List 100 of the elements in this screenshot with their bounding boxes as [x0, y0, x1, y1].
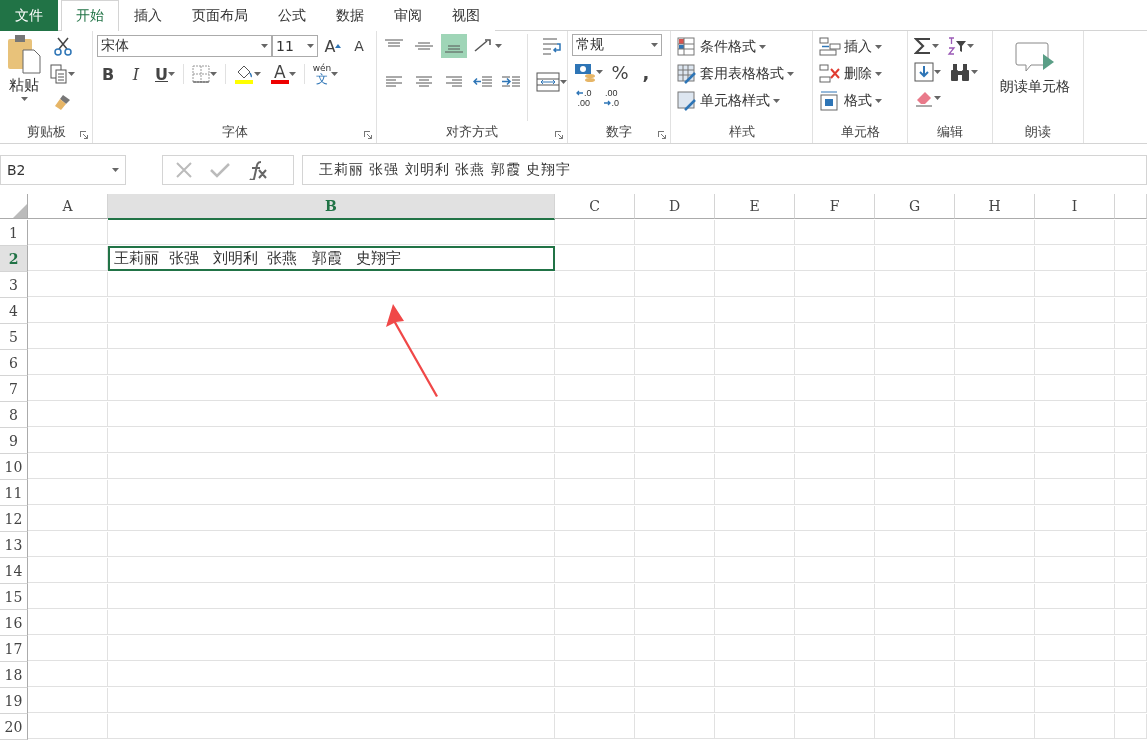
launcher-icon[interactable] [658, 131, 666, 139]
font-size-field[interactable]: 11 [272, 35, 318, 57]
sort-filter-button[interactable] [945, 34, 976, 58]
column-header[interactable]: G [875, 194, 955, 219]
grow-font-button[interactable]: A [322, 34, 344, 58]
caret-icon [495, 44, 502, 48]
launcher-icon[interactable] [555, 131, 563, 139]
row-header[interactable]: 18 [0, 662, 28, 688]
row-header[interactable]: 10 [0, 454, 28, 480]
delete-button[interactable]: 删除 [817, 61, 884, 87]
caret-icon [971, 70, 978, 74]
row-header[interactable]: 4 [0, 298, 28, 324]
table-cell [1115, 402, 1147, 427]
read-cells-button[interactable]: 朗读单元格 [997, 34, 1073, 121]
decrease-indent-icon [473, 75, 493, 89]
conditional-button[interactable]: 条件格式 [675, 34, 796, 60]
column-header[interactable]: E [715, 194, 795, 219]
caret-icon [254, 72, 261, 76]
row-header[interactable]: 16 [0, 610, 28, 636]
caret-icon [651, 43, 658, 47]
font-name-field[interactable]: 宋体 [97, 35, 272, 57]
paste-button[interactable]: 粘贴 [4, 34, 44, 121]
number-format-field[interactable]: 常规 [572, 34, 662, 56]
merge-center-icon [536, 72, 560, 92]
right-arrow-icon [603, 100, 611, 106]
row-header[interactable]: 7 [0, 376, 28, 402]
table-cell [1115, 610, 1147, 635]
cellstyle-button[interactable]: 单元格样式 [675, 88, 796, 114]
column-header[interactable]: A [28, 194, 108, 219]
column-header[interactable]: H [955, 194, 1035, 219]
table-cell [1115, 428, 1147, 453]
row-header[interactable]: 13 [0, 532, 28, 558]
check-icon[interactable] [209, 161, 231, 179]
italic-button[interactable]: I [125, 62, 147, 86]
row-header[interactable]: 14 [0, 558, 28, 584]
launcher-icon[interactable] [364, 131, 372, 139]
row-header[interactable]: 15 [0, 584, 28, 610]
table-cell [1115, 272, 1147, 297]
ribbon-tab[interactable]: 开始 [61, 0, 119, 31]
function-icon[interactable] [247, 160, 269, 180]
column-header[interactable]: C [555, 194, 635, 219]
row-header[interactable]: 12 [0, 506, 28, 532]
scissors-icon [52, 36, 73, 56]
table-cell[interactable]: 王莉丽 张强 刘明利 张燕 郭霞 史翔宇 [108, 246, 555, 271]
ribbon-tab[interactable]: 文件 [0, 0, 58, 31]
table-button[interactable]: 套用表格格式 [675, 61, 796, 87]
launcher-icon[interactable] [80, 131, 88, 139]
underline-button[interactable]: U [153, 62, 177, 86]
row-header[interactable]: 20 [0, 714, 28, 740]
table-cell [1115, 662, 1147, 687]
column-header[interactable]: D [635, 194, 715, 219]
column-header[interactable] [1115, 194, 1147, 219]
caret-icon [331, 72, 339, 76]
increase-indent-icon [501, 75, 521, 89]
bold-button[interactable]: B [97, 62, 119, 86]
copy-button[interactable] [48, 62, 77, 86]
caret-icon [773, 99, 780, 103]
eraser-icon [914, 89, 934, 107]
row-header[interactable]: 19 [0, 688, 28, 714]
format-button[interactable]: 格式 [817, 88, 884, 114]
percent-button[interactable]: % [609, 60, 631, 84]
row-header[interactable]: 5 [0, 324, 28, 350]
row-header[interactable]: 2 [0, 246, 28, 272]
brush-icon [53, 93, 72, 111]
insert-button[interactable]: 插入 [817, 34, 884, 60]
row-header[interactable]: 11 [0, 480, 28, 506]
row-header[interactable]: 17 [0, 636, 28, 662]
caret-icon [875, 45, 882, 49]
table-cell [1115, 454, 1147, 479]
comma-button[interactable]: , [635, 60, 657, 84]
borders-button[interactable] [190, 62, 219, 86]
caret-icon [875, 99, 882, 103]
corner-triangle-icon [13, 204, 27, 218]
merge-center-button[interactable] [534, 70, 569, 94]
wrap-text-icon [540, 36, 563, 56]
row-header[interactable]: 6 [0, 350, 28, 376]
column-header[interactable]: I [1035, 194, 1115, 219]
group-label: 对齐方式 [446, 123, 498, 141]
fill-button[interactable] [912, 60, 943, 84]
clipboard-icon [7, 34, 41, 74]
font-color-button[interactable]: A [269, 62, 298, 86]
row-header[interactable]: 8 [0, 402, 28, 428]
decrease-decimal-button[interactable]: .00 .0 [599, 88, 624, 108]
caret-icon [560, 80, 567, 84]
column-header[interactable]: F [795, 194, 875, 219]
shrink-font-button[interactable]: A [348, 34, 370, 58]
group-label: 数字 [606, 123, 632, 141]
formula-field[interactable]: 王莉丽 张强 刘明利 张燕 郭霞 史翔宇 [302, 155, 1147, 185]
fill-down-icon [914, 62, 934, 82]
row-header[interactable]: 3 [0, 272, 28, 298]
row-header[interactable]: 9 [0, 428, 28, 454]
align-middle-icon [414, 39, 434, 53]
increase-decimal-button[interactable]: .0 .00 [572, 88, 596, 108]
table-cell [1115, 558, 1147, 583]
column-header[interactable]: B [108, 194, 555, 220]
phonetic-button[interactable]: wén 文 [310, 62, 341, 86]
caret-icon [759, 45, 766, 49]
name-box[interactable]: B2 [0, 155, 126, 185]
align-center-icon [415, 75, 433, 89]
caret-icon [934, 96, 941, 100]
